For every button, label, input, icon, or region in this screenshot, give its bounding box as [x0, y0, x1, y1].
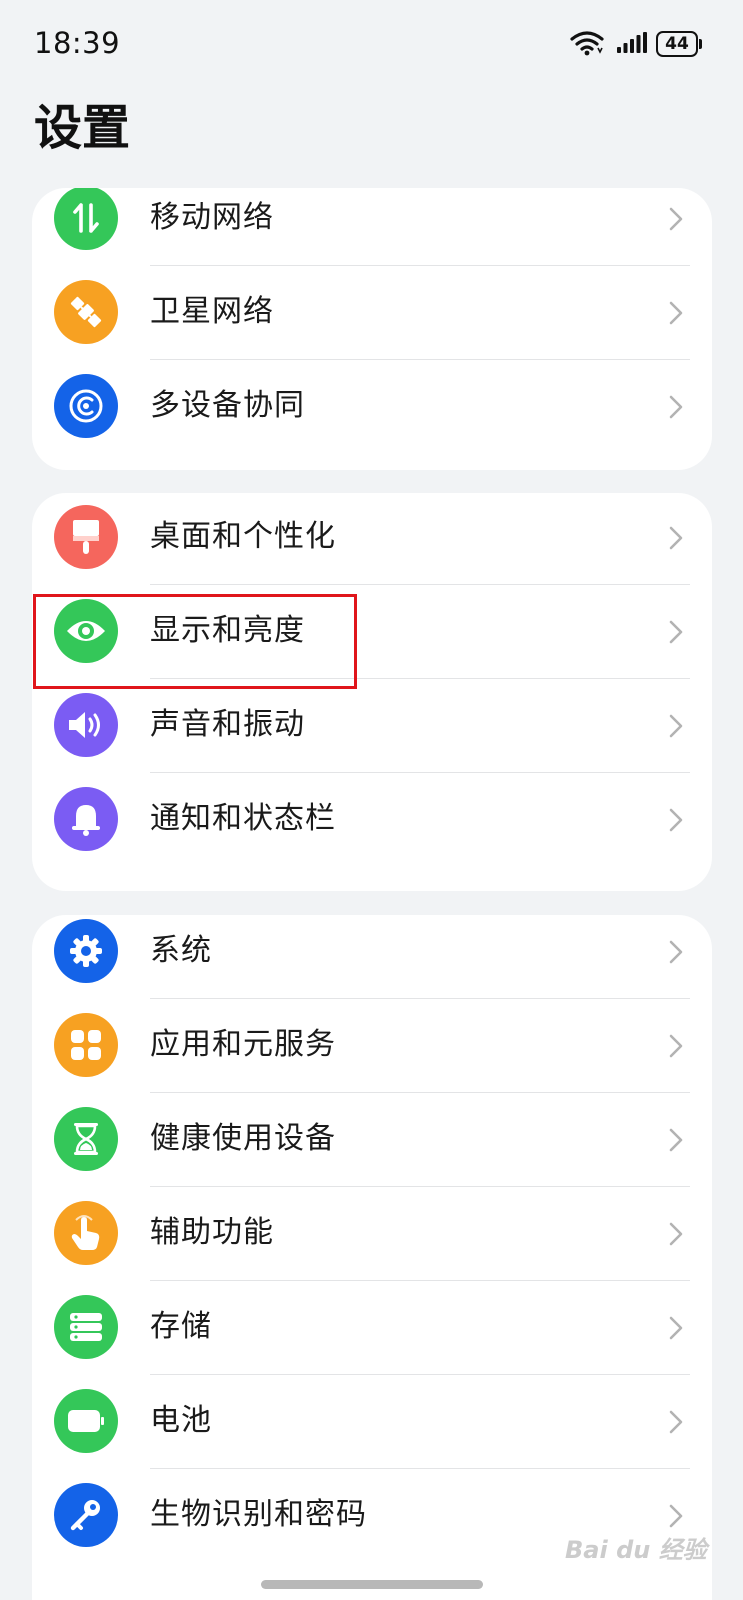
page-title: 设置: [34, 100, 131, 156]
paint-brush-icon: [54, 505, 118, 569]
settings-item-label: 桌面和个性化: [150, 519, 336, 554]
status-bar: 18:39 44: [0, 0, 743, 90]
chevron-right-icon: [668, 619, 684, 649]
battery-icon: [54, 1389, 118, 1453]
settings-item-label: 电池: [150, 1403, 212, 1438]
chevron-right-icon: [668, 206, 684, 236]
settings-item-storage[interactable]: 存储: [32, 1279, 712, 1375]
settings-item-label: 声音和振动: [150, 707, 305, 742]
chevron-right-icon: [668, 1221, 684, 1251]
key-icon: [54, 1483, 118, 1547]
hourglass-icon: [54, 1107, 118, 1171]
chevron-right-icon: [668, 394, 684, 424]
chevron-right-icon: [668, 807, 684, 837]
cellular-signal-icon: [617, 32, 647, 58]
settings-item-system[interactable]: 系统: [32, 915, 712, 999]
battery-indicator: 44: [656, 31, 702, 57]
speaker-icon: [54, 693, 118, 757]
settings-item-digital-balance[interactable]: 健康使用设备: [32, 1091, 712, 1187]
settings-item-apps[interactable]: 应用和元服务: [32, 997, 712, 1093]
settings-item-label: 移动网络: [150, 200, 274, 235]
settings-group-system: 系统 应用和元服务 健康使用设备 辅助功能 存储 电池 生物识别和密码: [32, 915, 712, 1600]
settings-item-mobile-network[interactable]: 移动网络: [32, 188, 712, 266]
chevron-right-icon: [668, 1127, 684, 1157]
settings-group-network: 移动网络 卫星网络 多设备协同: [32, 188, 712, 470]
gear-icon: [54, 919, 118, 983]
settings-item-label: 生物识别和密码: [150, 1497, 367, 1532]
chevron-right-icon: [668, 1315, 684, 1345]
apps-grid-icon: [54, 1013, 118, 1077]
settings-item-desktop-personalization[interactable]: 桌面和个性化: [32, 493, 712, 585]
settings-item-battery[interactable]: 电池: [32, 1373, 712, 1469]
satellite-icon: [54, 280, 118, 344]
settings-item-label: 系统: [150, 933, 212, 968]
settings-item-notifications[interactable]: 通知和状态栏: [32, 771, 712, 867]
settings-group-display: 桌面和个性化 显示和亮度 声音和振动 通知和状态栏: [32, 493, 712, 891]
settings-item-sound-vibration[interactable]: 声音和振动: [32, 677, 712, 773]
settings-item-label: 辅助功能: [150, 1215, 274, 1250]
settings-item-accessibility[interactable]: 辅助功能: [32, 1185, 712, 1281]
chevron-right-icon: [668, 1503, 684, 1533]
battery-level: 44: [665, 33, 689, 54]
settings-item-label: 多设备协同: [150, 388, 305, 423]
settings-item-label: 存储: [150, 1309, 212, 1344]
settings-item-multi-device[interactable]: 多设备协同: [32, 358, 712, 454]
chevron-right-icon: [668, 525, 684, 555]
multi-device-icon: [54, 374, 118, 438]
settings-item-satellite-network[interactable]: 卫星网络: [32, 264, 712, 360]
storage-icon: [54, 1295, 118, 1359]
status-time: 18:39: [34, 26, 121, 60]
settings-item-label: 应用和元服务: [150, 1027, 336, 1062]
settings-item-label: 卫星网络: [150, 294, 274, 329]
wifi-icon: [570, 30, 604, 60]
chevron-right-icon: [668, 1409, 684, 1439]
chevron-right-icon: [668, 300, 684, 330]
chevron-right-icon: [668, 713, 684, 743]
chevron-right-icon: [668, 939, 684, 969]
settings-item-label: 通知和状态栏: [150, 801, 336, 836]
chevron-right-icon: [668, 1033, 684, 1063]
home-indicator[interactable]: [261, 1580, 483, 1589]
bell-icon: [54, 787, 118, 851]
settings-item-label: 健康使用设备: [150, 1121, 336, 1156]
highlight-box: [33, 594, 357, 689]
watermark: Bai du 经验: [565, 1536, 707, 1564]
hand-pointer-icon: [54, 1201, 118, 1265]
mobile-data-icon: [54, 188, 118, 250]
